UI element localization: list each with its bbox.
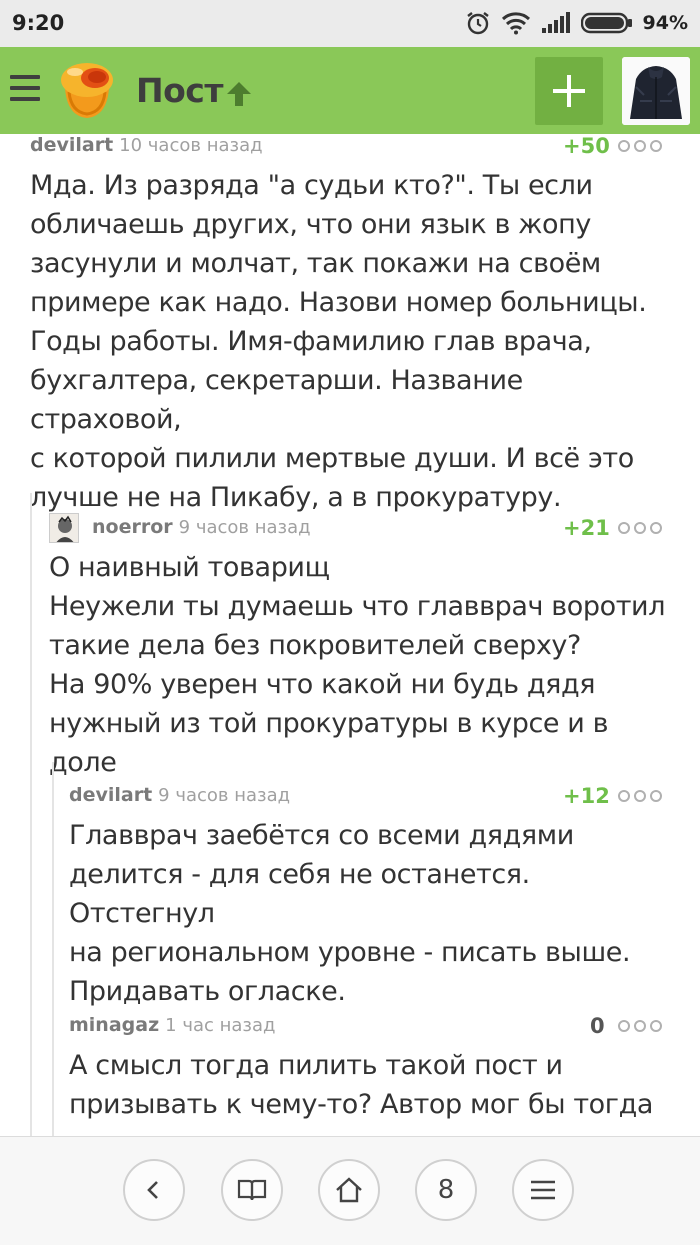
- user-avatar[interactable]: [622, 57, 690, 125]
- bottom-navigation: 8: [0, 1136, 700, 1245]
- up-arrow-icon[interactable]: [224, 79, 254, 109]
- plus-icon: [553, 75, 585, 107]
- app-bar: Пост: [0, 47, 700, 134]
- signal-icon: [541, 12, 570, 33]
- comment-rating: +12: [563, 784, 610, 808]
- comment-time: 9 часов назад: [178, 517, 311, 538]
- comment-text: Мда. Из разряда "а судьи кто?". Ты если …: [30, 170, 647, 513]
- more-options-icon[interactable]: [618, 140, 662, 152]
- battery-percent: 94%: [642, 12, 688, 34]
- comment-time: 10 часов назад: [119, 135, 263, 156]
- home-button[interactable]: [318, 1159, 380, 1221]
- status-bar: 9:20 94%: [0, 0, 700, 47]
- menu-button[interactable]: [512, 1159, 574, 1221]
- wifi-icon: [501, 12, 530, 35]
- thread-line: [30, 493, 32, 1136]
- back-button[interactable]: [123, 1159, 185, 1221]
- comment-author[interactable]: devilart: [30, 134, 113, 156]
- more-options-icon[interactable]: [618, 522, 662, 534]
- status-time: 9:20: [12, 11, 65, 35]
- page-title: Пост: [136, 71, 223, 110]
- comment-rating: +21: [563, 516, 610, 540]
- more-options-icon[interactable]: [618, 1020, 662, 1032]
- comment-time: 1 час назад: [165, 1015, 276, 1036]
- tabs-count: 8: [437, 1175, 455, 1205]
- comments-list: devilart 10 часов назад +50 Мда. Из разря…: [0, 134, 700, 1136]
- back-icon: [147, 1181, 158, 1199]
- book-icon: [237, 1179, 267, 1201]
- battery-icon: [580, 12, 632, 34]
- tabs-button[interactable]: 8: [415, 1159, 477, 1221]
- more-options-icon[interactable]: [618, 790, 662, 802]
- comment-author[interactable]: devilart: [69, 784, 152, 806]
- comment-rating: 0: [590, 1014, 605, 1038]
- add-post-button[interactable]: [535, 57, 603, 125]
- comment: noerror 9 часов назад +21 О наивный товар…: [49, 513, 669, 778]
- bookmarks-button[interactable]: [221, 1159, 283, 1221]
- comment-time: 9 часов назад: [158, 785, 291, 806]
- comment-text: О наивный товарищ Неужели ты думаешь что…: [49, 552, 666, 778]
- comment-text: Главврач заебётся со всеми дядями делитс…: [69, 820, 631, 1007]
- comment-author[interactable]: noerror: [92, 516, 173, 538]
- commenter-avatar[interactable]: [49, 513, 79, 543]
- comment: devilart 9 часов назад +12 Главврач заебё…: [69, 784, 669, 1007]
- avatar-icon: [622, 57, 690, 125]
- alarm-icon: [466, 12, 489, 35]
- menu-icon[interactable]: [10, 75, 40, 101]
- menu-icon: [531, 1180, 555, 1200]
- comment-rating: +50: [563, 134, 610, 158]
- avatar-icon: [50, 514, 78, 542]
- comment: devilart 10 часов назад +50 Мда. Из разря…: [30, 134, 670, 513]
- comment-text: А смысл тогда пилить такой пост и призыв…: [69, 1050, 654, 1120]
- thread-line: [52, 762, 54, 1136]
- comment: minagaz 1 час назад 0 А смысл тогда пилит…: [69, 1014, 669, 1136]
- logo-icon[interactable]: [55, 58, 119, 122]
- home-icon: [336, 1177, 362, 1203]
- comment-author[interactable]: minagaz: [69, 1014, 159, 1036]
